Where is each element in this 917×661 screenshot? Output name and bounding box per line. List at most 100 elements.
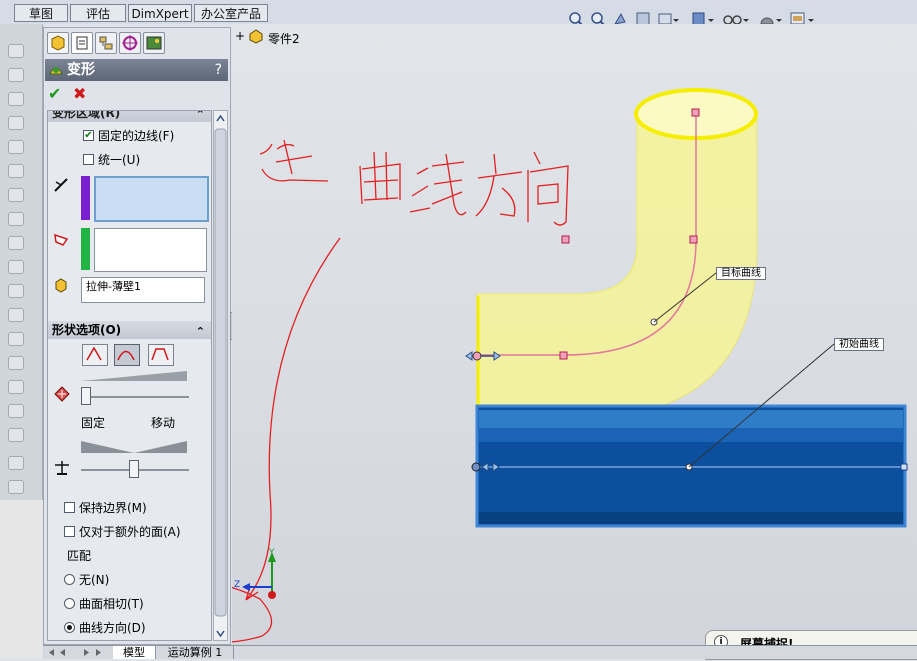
extrude-icon[interactable] — [8, 44, 24, 58]
cancel-button[interactable]: ✖ — [73, 84, 86, 103]
collapse-icon[interactable]: ⌃ — [196, 323, 205, 341]
stiffness-max-button[interactable] — [148, 344, 174, 366]
ok-button[interactable]: ✔ — [48, 84, 61, 103]
feature-manager-tab-icon[interactable] — [47, 32, 69, 54]
triad-y-label: Y — [269, 548, 275, 558]
deform-feature-icon — [48, 62, 64, 78]
fixed-edges-checkbox[interactable]: ✔ — [83, 130, 94, 141]
keep-boundary-checkbox[interactable] — [64, 502, 75, 513]
mirror-icon[interactable] — [8, 380, 24, 394]
fillet-icon[interactable] — [8, 140, 24, 154]
shape-accuracy-slider[interactable] — [81, 387, 91, 405]
curve-point-top — [691, 108, 700, 117]
tab-sketch[interactable]: 草图 — [14, 4, 68, 22]
body-icon — [53, 277, 69, 293]
dome-icon[interactable] — [8, 284, 24, 298]
rib-icon[interactable] — [8, 236, 24, 250]
triad-z-label: Z — [234, 580, 241, 590]
uniform-checkbox[interactable] — [83, 154, 94, 165]
slider-fixed-label: 固定 — [81, 416, 106, 430]
initial-curve-endpoint — [900, 463, 908, 471]
loft-icon[interactable] — [8, 116, 24, 130]
slider-move-label: 移动 — [151, 416, 176, 430]
dimxpert-tab-icon[interactable] — [119, 32, 141, 54]
match-label: 匹配 — [67, 549, 92, 563]
shape-section-title: 形状选项(O) — [52, 323, 122, 337]
match-tangent-radio[interactable] — [64, 598, 75, 609]
curve-point-low — [559, 351, 568, 360]
stiffness-ramp — [81, 441, 187, 453]
wrap-icon[interactable] — [8, 260, 24, 274]
revolve-icon[interactable] — [8, 68, 24, 82]
shape-section-header[interactable]: 形状选项(O) ⌃ — [48, 321, 211, 339]
hide-show-icon[interactable] — [723, 15, 749, 25]
stray-point — [561, 235, 570, 244]
panel-header: 变形 ? — [45, 59, 228, 81]
deform-icon[interactable] — [8, 332, 24, 346]
fixed-edges-icon — [53, 177, 69, 193]
coordinate-triad — [242, 552, 276, 599]
yellow-elbow-body — [476, 88, 758, 420]
tab-motion-study[interactable]: 运动算例 1 — [157, 646, 234, 659]
shape-accuracy-track — [81, 396, 189, 398]
shape-accuracy-ramp — [81, 370, 187, 381]
configuration-tab-icon[interactable] — [95, 32, 117, 54]
help-button[interactable]: ? — [215, 59, 222, 81]
property-manager: 变形 ? ✔ ✖ 变形区域(R) ⌃ ✔ 固定的边线(F) 统一(U) 拉伸-薄… — [43, 27, 231, 645]
curve-point-mid — [689, 235, 698, 244]
shell-icon[interactable] — [8, 212, 24, 226]
target-curve-callout: 目标曲线 — [716, 267, 766, 280]
match-curve-direction-label: 曲线方向(D) — [79, 621, 146, 635]
only-extra-faces-checkbox[interactable] — [64, 526, 75, 537]
scene-icon[interactable] — [790, 12, 814, 25]
selection-color-swatch-purple — [81, 176, 90, 220]
indent-icon[interactable] — [8, 356, 24, 370]
stiffness-min-button[interactable] — [82, 344, 108, 366]
graphics-area[interactable]: + 零件2 目标曲线 初始曲线 Y Z — [232, 24, 917, 645]
reference-geometry-icon[interactable] — [8, 456, 24, 470]
tab-scroll-arrows[interactable] — [46, 647, 106, 658]
initial-curve-callout: 初始曲线 — [834, 338, 884, 351]
sweep-icon[interactable] — [8, 92, 24, 106]
pattern-icon[interactable] — [8, 404, 24, 418]
previous-view-icon[interactable] — [613, 12, 626, 25]
collapse-icon[interactable]: ⌃ — [196, 111, 205, 124]
additional-faces-icon — [53, 231, 69, 247]
tab-office-products[interactable]: 办公室产品 — [194, 4, 268, 22]
only-extra-faces-label: 仅对于额外的面(A) — [79, 525, 181, 539]
additional-faces-selection-box[interactable] — [94, 228, 207, 272]
view-orientation-icon[interactable] — [658, 13, 679, 25]
tab-model[interactable]: 模型 — [113, 646, 156, 659]
region-section-title: 变形区域(R) — [52, 110, 121, 120]
fixed-edges-selection-box[interactable] — [94, 176, 209, 222]
draft-icon[interactable] — [8, 188, 24, 202]
keep-boundary-label: 保持边界(M) — [79, 501, 147, 515]
stiffness-slider[interactable] — [129, 460, 139, 478]
region-section-header[interactable]: 变形区域(R) ⌃ — [48, 110, 211, 124]
selection-color-swatch-green — [81, 228, 90, 270]
body-selection-field[interactable]: 拉伸-薄壁1 — [81, 277, 205, 303]
model-scene — [232, 88, 908, 643]
display-manager-tab-icon[interactable] — [143, 32, 165, 54]
uniform-label: 统一(U) — [98, 153, 141, 167]
match-none-radio[interactable] — [64, 574, 75, 585]
split-icon[interactable] — [8, 428, 24, 442]
tab-evaluate[interactable]: 评估 — [70, 4, 126, 22]
tab-dimxpert[interactable]: DimXpert — [128, 4, 192, 22]
match-none-label: 无(N) — [79, 573, 110, 587]
match-curve-direction-radio[interactable] — [64, 622, 75, 633]
fixed-edges-label: 固定的边线(F) — [98, 129, 175, 143]
chamfer-icon[interactable] — [8, 164, 24, 178]
curves-icon[interactable] — [8, 480, 24, 494]
panel-body: 变形区域(R) ⌃ ✔ 固定的边线(F) 统一(U) 拉伸-薄壁1 形状选项(O… — [47, 110, 212, 641]
property-manager-tab-icon[interactable] — [71, 32, 93, 54]
stiffness-medium-button[interactable] — [114, 344, 140, 366]
shape-accuracy-icon — [53, 385, 71, 403]
panel-title: 变形 — [67, 62, 95, 78]
left-blank-area — [0, 500, 42, 658]
panel-scrollbar[interactable] — [213, 110, 228, 641]
match-tangent-label: 曲面相切(T) — [79, 597, 144, 611]
features-toolbar — [0, 24, 43, 500]
flex-icon[interactable] — [8, 308, 24, 322]
bottom-tab-bar: 模型 运动算例 1 — [43, 645, 917, 659]
